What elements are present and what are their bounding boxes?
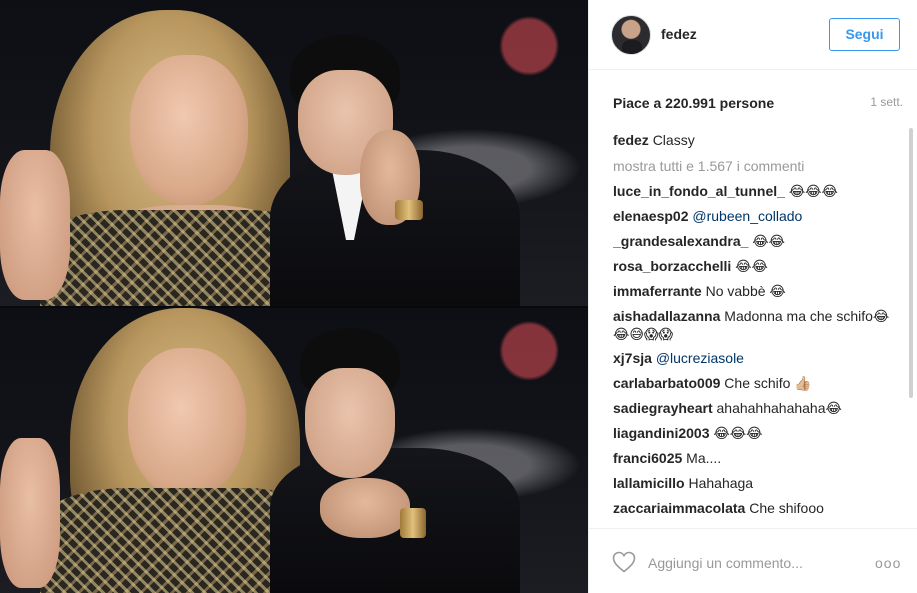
comment-text: 😂😂 <box>752 233 786 249</box>
comment-text: 😂😂😂 <box>713 425 763 441</box>
comment-mention[interactable]: @rubeen_collado <box>692 208 802 224</box>
comment-row: rosa_borzacchelli 😂😂 <box>613 254 895 279</box>
comment-username[interactable]: luce_in_fondo_al_tunnel_ <box>613 183 785 199</box>
comment-text: Ma.... <box>686 450 722 466</box>
comment-username[interactable]: lallamicillo <box>613 475 685 491</box>
comment-username[interactable]: aishadallazanna <box>613 308 720 324</box>
comment-text: Che shifooo <box>749 500 824 516</box>
comment-username[interactable]: immaferrante <box>613 283 702 299</box>
comment-username[interactable]: zaccariaimmacolata <box>613 500 745 516</box>
comment-text: ahahahhahahaha😂 <box>716 400 842 416</box>
photo-frame-top <box>0 0 588 306</box>
post-details-panel: fedez Segui Piace a 220.991 persone 1 se… <box>588 0 917 593</box>
likes-row: Piace a 220.991 persone 1 sett. <box>613 95 903 113</box>
author-username[interactable]: fedez <box>661 26 697 42</box>
follow-button[interactable]: Segui <box>829 18 900 51</box>
comments-list[interactable]: fedez Classy mostra tutti e 1.567 i comm… <box>613 128 895 528</box>
comment-row: xj7sja @lucreziasole <box>613 346 895 371</box>
comment-row: immaferrante No vabbè 😂 <box>613 279 895 304</box>
comments-scrollbar[interactable] <box>909 128 913 398</box>
likes-count[interactable]: Piace a 220.991 persone <box>613 95 774 111</box>
post-photo[interactable] <box>0 0 588 593</box>
caption-text: Classy <box>652 132 695 148</box>
comment-text: No vabbè 😂 <box>705 283 786 299</box>
caption-username[interactable]: fedez <box>613 132 649 148</box>
comment-text: Che schifo 👍🏼 <box>724 375 812 391</box>
add-comment-input[interactable]: Aggiungi un commento... <box>648 555 803 571</box>
caption: fedez Classy <box>613 128 895 153</box>
comment-row: franci6025 Ma.... <box>613 446 895 471</box>
avatar[interactable] <box>611 15 651 55</box>
comment-mention[interactable]: @lucreziasole <box>656 350 744 366</box>
post-timestamp[interactable]: 1 sett. <box>870 95 903 109</box>
heart-outline-icon[interactable] <box>612 551 636 573</box>
comment-username[interactable]: xj7sja <box>613 350 652 366</box>
comment-row: lallamicillo Hahahaga <box>613 471 895 496</box>
comment-username[interactable]: elenaesp02 <box>613 208 689 224</box>
comment-row: zaccariaimmacolata Che shifooo <box>613 496 895 521</box>
comment-row: carlabarbato009 Che schifo 👍🏼 <box>613 371 895 396</box>
comment-username[interactable]: rosa_borzacchelli <box>613 258 731 274</box>
comment-username[interactable]: sadiegrayheart <box>613 400 713 416</box>
comment-username[interactable]: liagandini2003 <box>613 425 709 441</box>
comment-row: liagandini2003 😂😂😂 <box>613 421 895 446</box>
comment-text: 😂😂 <box>735 258 768 274</box>
comment-username[interactable]: _grandesalexandra_ <box>613 233 748 249</box>
post-header: fedez Segui <box>589 0 917 70</box>
show-all-comments-link[interactable]: mostra tutti e 1.567 i commenti <box>613 154 895 179</box>
comment-row: sadiegrayheart ahahahhahahaha😂 <box>613 396 895 421</box>
comment-username[interactable]: carlabarbato009 <box>613 375 720 391</box>
photo-frame-bottom <box>0 308 588 593</box>
comment-username[interactable]: franci6025 <box>613 450 682 466</box>
comment-text: 😂😂😂 <box>788 183 838 199</box>
more-options-icon[interactable]: ooo <box>875 555 901 571</box>
comment-row: luce_in_fondo_al_tunnel_ 😂😂😂 <box>613 179 895 204</box>
comment-row: aishadallazanna Madonna ma che schifo😂😂😅… <box>613 304 895 346</box>
comment-row: elenaesp02 @rubeen_collado <box>613 204 895 229</box>
comment-text: Hahahaga <box>688 475 754 491</box>
comment-row: _grandesalexandra_ 😂😂 <box>613 229 895 254</box>
comment-footer: Aggiungi un commento... ooo <box>589 528 917 593</box>
